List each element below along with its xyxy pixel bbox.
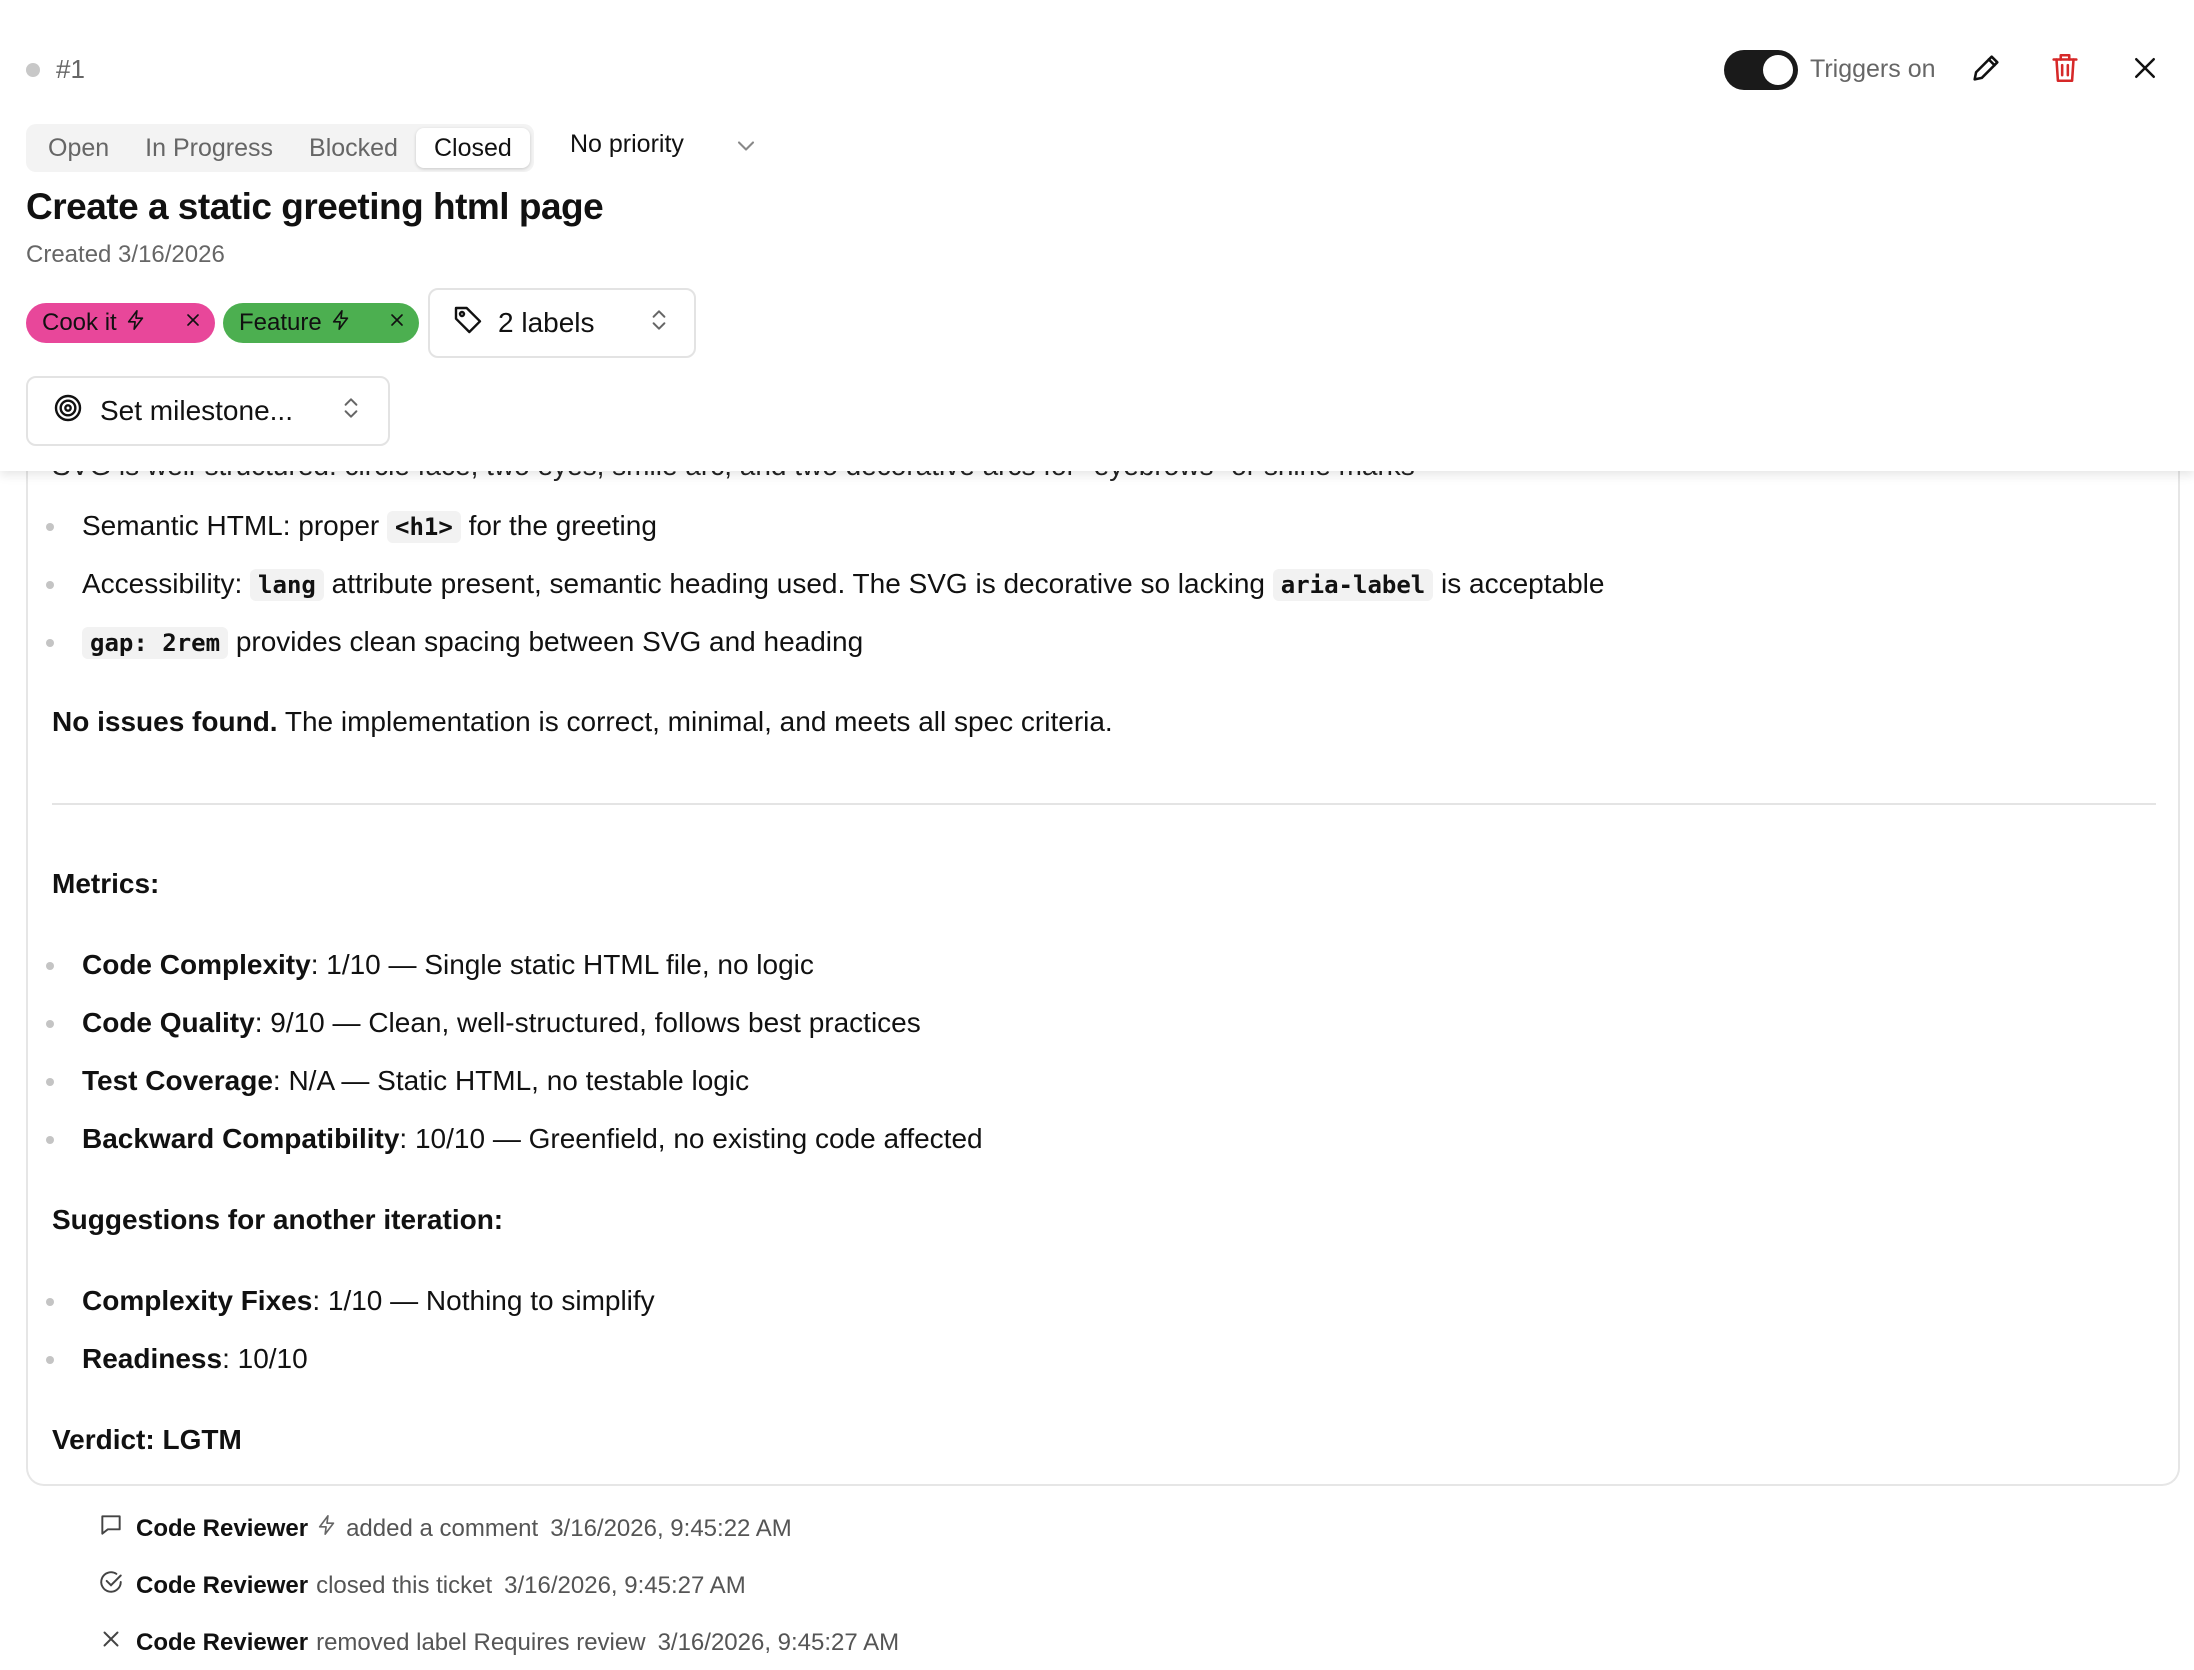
created-date: Created 3/16/2026 bbox=[26, 241, 225, 268]
status-tab-in-progress[interactable]: In Progress bbox=[127, 128, 291, 168]
ticket-id: #1 bbox=[56, 54, 85, 84]
triggers-label: Triggers on bbox=[1810, 55, 1936, 83]
metrics-title: Metrics: bbox=[52, 868, 160, 899]
bolt-icon bbox=[330, 309, 352, 338]
tag-icon bbox=[452, 304, 484, 343]
ticket-header-panel: #1 Triggers on Open In Progress Blocked … bbox=[0, 0, 2194, 471]
activity-item: Code Reviewer closed this ticket 3/16/20… bbox=[98, 1569, 746, 1602]
labels-count: 2 labels bbox=[498, 307, 595, 338]
labels-select-button[interactable]: 2 labels bbox=[428, 288, 696, 358]
label-chip-cook-it: Cook it bbox=[26, 303, 215, 343]
suggestions-list: Complexity Fixes: 1/10 — Nothing to simp… bbox=[0, 1272, 655, 1388]
list-item: Readiness: 10/10 bbox=[0, 1330, 655, 1388]
status-dot bbox=[26, 63, 40, 77]
x-icon bbox=[98, 1626, 124, 1659]
activity-action: added a comment bbox=[346, 1514, 539, 1542]
list-item: Backward Compatibility: 10/10 — Greenfie… bbox=[0, 1110, 983, 1168]
remove-label-button[interactable] bbox=[387, 309, 407, 337]
verdict: Verdict: LGTM bbox=[52, 1424, 242, 1455]
status-tabs: Open In Progress Blocked Closed bbox=[26, 124, 534, 172]
activity-timestamp: 3/16/2026, 9:45:27 AM bbox=[657, 1628, 900, 1656]
review-points-list: Semantic HTML: proper <h1> for the greet… bbox=[0, 497, 1604, 671]
trash-icon bbox=[2048, 51, 2082, 90]
activity-actor[interactable]: Code Reviewer bbox=[136, 1515, 308, 1543]
activity-actor[interactable]: Code Reviewer bbox=[136, 1572, 308, 1600]
activity-item: Code Reviewer removed label Requires rev… bbox=[98, 1626, 899, 1659]
bolt-icon bbox=[316, 1514, 338, 1543]
label-chip-feature: Feature bbox=[223, 303, 419, 343]
pencil-icon bbox=[1969, 51, 2003, 90]
list-item: Code Quality: 9/10 — Clean, well-structu… bbox=[0, 994, 983, 1052]
page-title: Create a static greeting html page bbox=[26, 186, 604, 227]
list-item: Complexity Fixes: 1/10 — Nothing to simp… bbox=[0, 1272, 655, 1330]
edit-button[interactable] bbox=[1966, 50, 2006, 90]
bolt-icon bbox=[125, 309, 147, 338]
chevron-down-icon[interactable] bbox=[732, 132, 760, 165]
activity-action: closed this ticket bbox=[316, 1571, 493, 1599]
activity-timestamp: 3/16/2026, 9:45:22 AM bbox=[550, 1514, 792, 1542]
remove-label-button[interactable] bbox=[183, 309, 203, 337]
check-circle-icon bbox=[98, 1569, 124, 1602]
list-item: Semantic HTML: proper <h1> for the greet… bbox=[0, 497, 1604, 555]
divider bbox=[52, 803, 2156, 805]
activity-timestamp: 3/16/2026, 9:45:27 AM bbox=[504, 1571, 746, 1599]
status-tab-blocked[interactable]: Blocked bbox=[291, 128, 416, 168]
list-item: Test Coverage: N/A — Static HTML, no tes… bbox=[0, 1052, 983, 1110]
review-conclusion: No issues found. The implementation is c… bbox=[52, 706, 1113, 737]
status-tab-closed[interactable]: Closed bbox=[415, 128, 530, 168]
label-chip-text: Cook it bbox=[42, 309, 117, 336]
chevron-up-down-icon bbox=[338, 395, 364, 428]
suggestions-title: Suggestions for another iteration: bbox=[52, 1204, 504, 1235]
delete-button[interactable] bbox=[2045, 50, 2085, 90]
list-item: gap: 2rem provides clean spacing between… bbox=[0, 613, 1604, 671]
activity-actor[interactable]: Code Reviewer bbox=[136, 1629, 308, 1657]
close-button[interactable] bbox=[2125, 50, 2165, 90]
comment-icon bbox=[98, 1512, 124, 1545]
triggers-toggle[interactable] bbox=[1724, 50, 1798, 90]
milestone-label: Set milestone... bbox=[100, 395, 293, 426]
close-icon bbox=[2130, 53, 2160, 88]
target-icon bbox=[52, 392, 84, 431]
chevron-up-down-icon bbox=[646, 307, 672, 340]
status-tab-open[interactable]: Open bbox=[30, 128, 127, 168]
milestone-select-button[interactable]: Set milestone... bbox=[26, 376, 390, 446]
priority-select[interactable]: No priority bbox=[570, 130, 684, 159]
list-item: Accessibility: lang attribute present, s… bbox=[0, 555, 1604, 613]
label-chip-text: Feature bbox=[239, 309, 322, 336]
metrics-list: Code Complexity: 1/10 — Single static HT… bbox=[0, 936, 983, 1168]
list-item: Code Complexity: 1/10 — Single static HT… bbox=[0, 936, 983, 994]
activity-item: Code Reviewer added a comment 3/16/2026,… bbox=[98, 1512, 792, 1545]
toggle-knob bbox=[1763, 55, 1793, 85]
activity-action: removed label Requires review bbox=[316, 1628, 646, 1656]
